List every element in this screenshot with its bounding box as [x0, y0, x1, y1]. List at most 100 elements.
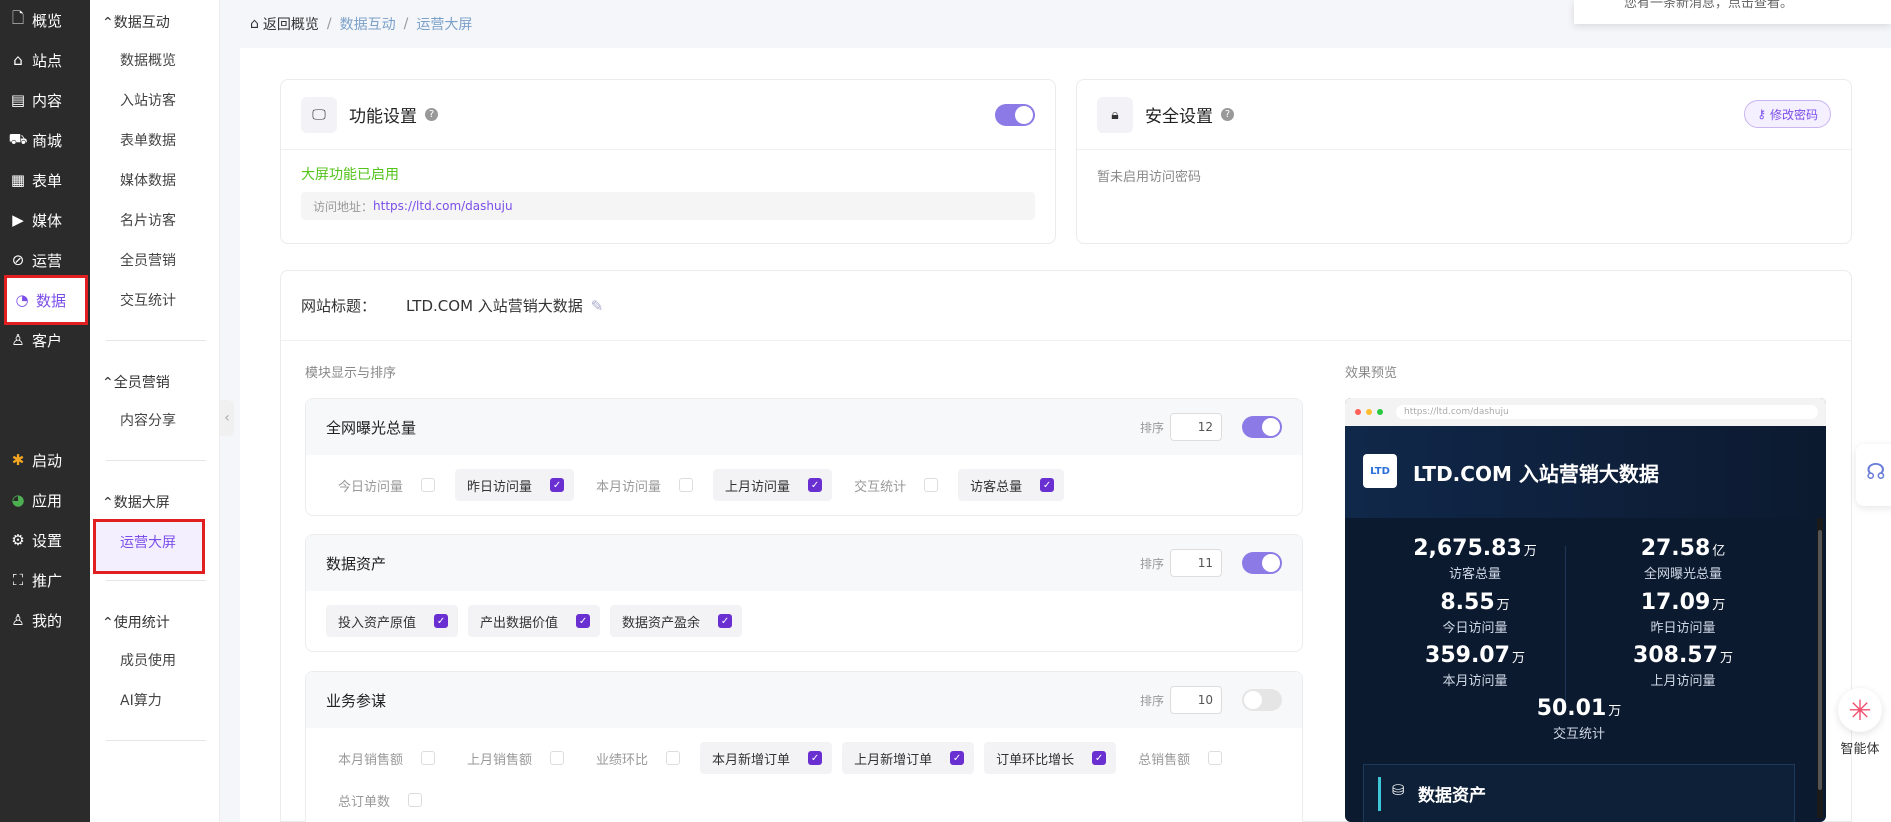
checkbox[interactable]	[408, 793, 423, 807]
subnav-item[interactable]: 交互统计	[120, 290, 176, 310]
nav-label: 媒体	[32, 211, 63, 230]
change-password-button[interactable]: ⚷ 修改密码	[1744, 100, 1831, 128]
module-header: 业务参谋 排序 10	[306, 672, 1302, 728]
preview-scrollbar[interactable]	[1817, 518, 1823, 818]
subnav-item[interactable]: 名片访客	[120, 210, 176, 230]
gear-icon: ⚙	[11, 531, 25, 549]
nav-item-shop[interactable]: ⛟ 商城	[0, 122, 90, 158]
nav-item-site[interactable]: ⌂ 站点	[0, 42, 90, 78]
option-chip[interactable]: 产出数据价值 ✓	[468, 605, 601, 637]
subnav-item[interactable]: 内容分享	[120, 410, 176, 430]
module-options: 投入资产原值 ✓ 产出数据价值 ✓ 数据资产盈余 ✓	[326, 605, 1286, 637]
checkbox[interactable]: ✓	[808, 751, 823, 765]
breadcrumb-separator: /	[326, 16, 332, 32]
checkbox[interactable]	[550, 751, 565, 765]
module-toggle[interactable]	[1242, 552, 1282, 574]
checkbox[interactable]	[924, 478, 939, 492]
option-chip[interactable]: 业绩环比	[584, 742, 691, 774]
option-chip[interactable]: 昨日访问量 ✓	[455, 469, 575, 501]
nav-item-data[interactable]: ◔ 数据	[4, 275, 88, 325]
checkbox[interactable]: ✓	[1040, 478, 1055, 492]
nav-item-launch[interactable]: ✱ 启动	[0, 442, 90, 478]
checkbox[interactable]	[666, 751, 681, 765]
option-chip[interactable]: 访客总量 ✓	[958, 469, 1065, 501]
nav-item-apps[interactable]: ◕ 应用	[0, 482, 90, 518]
option-chip[interactable]: 今日访问量	[326, 469, 446, 501]
help-icon[interactable]: ?	[425, 108, 438, 121]
home-icon: ⌂	[13, 51, 23, 69]
checkbox[interactable]: ✓	[950, 751, 965, 765]
subnav-item[interactable]: 媒体数据	[120, 170, 176, 190]
subnav-group-big-screen[interactable]: ⌃数据大屏	[102, 492, 170, 512]
nav-item-form[interactable]: ▦ 表单	[0, 162, 90, 198]
notification-toast[interactable]: 您有一条新消息，点击查看。	[1574, 0, 1891, 24]
subnav-item-ops-screen[interactable]: 运营大屏	[93, 519, 205, 574]
paperclip-icon: ⊘	[11, 251, 25, 269]
subnav-item[interactable]: 成员使用	[120, 650, 176, 670]
url-label: 访问地址：	[313, 199, 374, 214]
screen-enable-toggle[interactable]	[995, 104, 1035, 126]
option-chip[interactable]: 投入资产原值 ✓	[326, 605, 459, 637]
option-chip[interactable]: 订单环比增长 ✓	[984, 742, 1117, 774]
breadcrumb-home[interactable]: ⌂ 返回概览	[250, 14, 319, 34]
sort-input[interactable]: 12	[1170, 413, 1222, 441]
subnav-group-usage[interactable]: ⌃使用统计	[102, 612, 170, 632]
option-chip[interactable]: 本月新增订单 ✓	[700, 742, 833, 774]
checkbox[interactable]	[679, 478, 694, 492]
sub-nav: ⌃数据互动 数据概览 入站访客 表单数据 媒体数据 名片访客 全员营销 交互统计…	[90, 0, 220, 822]
checkbox[interactable]: ✓	[808, 478, 823, 492]
option-chip[interactable]: 交互统计	[842, 469, 949, 501]
option-chip[interactable]: 上月新增订单 ✓	[842, 742, 975, 774]
sort-input[interactable]: 10	[1170, 686, 1222, 714]
checkbox[interactable]: ✓	[576, 614, 591, 628]
checkbox[interactable]	[421, 751, 436, 765]
checkbox[interactable]: ✓	[550, 478, 565, 492]
nav-label: 运营	[32, 251, 63, 270]
nav-item-mine[interactable]: ♙ 我的	[0, 602, 90, 638]
option-chip[interactable]: 总销售额	[1126, 742, 1233, 774]
nav-item-settings[interactable]: ⚙ 设置	[0, 522, 90, 558]
customer-service-tab[interactable]: ☊	[1856, 444, 1891, 506]
checkbox[interactable]	[421, 478, 436, 492]
agent-label: 智能体	[1840, 742, 1880, 757]
module-toggle[interactable]	[1242, 689, 1282, 711]
breadcrumb-item[interactable]: 数据互动	[340, 14, 396, 34]
checkbox[interactable]: ✓	[1092, 751, 1107, 765]
option-chip[interactable]: 本月访问量	[584, 469, 704, 501]
subnav-item[interactable]: AI算力	[120, 690, 162, 710]
nav-item-operation[interactable]: ⊘ 运营	[0, 242, 90, 278]
checkbox[interactable]: ✓	[718, 614, 733, 628]
divider	[106, 580, 206, 581]
subnav-group-marketing[interactable]: ⌃全员营销	[102, 372, 170, 392]
agent-button[interactable]: ✳ 智能体	[1838, 688, 1882, 757]
nav-item-media[interactable]: ▶ 媒体	[0, 202, 90, 238]
nav-item-promote[interactable]: ⛶ 推广	[0, 562, 90, 598]
help-icon[interactable]: ?	[1221, 108, 1234, 121]
module-toggle[interactable]	[1242, 416, 1282, 438]
screen-preview: https://ltd.com/dashuju LTD LTD.COM 入站营销…	[1345, 398, 1826, 822]
option-chip[interactable]: 上月访问量 ✓	[713, 469, 833, 501]
nav-item-content[interactable]: ▤ 内容	[0, 82, 90, 118]
minimize-dot	[1366, 409, 1372, 415]
option-chip[interactable]: 上月销售额	[455, 742, 575, 774]
checkbox[interactable]	[1208, 751, 1223, 765]
subnav-group-data-interaction[interactable]: ⌃数据互动	[102, 12, 170, 32]
sort-input[interactable]: 11	[1170, 549, 1222, 577]
module-header: 全网曝光总量 排序 12	[306, 399, 1302, 455]
subnav-item[interactable]: 入站访客	[120, 90, 176, 110]
edit-icon[interactable]: ✎	[591, 297, 604, 315]
option-chip[interactable]: 总订单数	[326, 784, 433, 816]
nav-label: 应用	[32, 491, 63, 510]
module-title: 业务参谋	[326, 691, 387, 710]
option-chip[interactable]: 数据资产盈余 ✓	[610, 605, 743, 637]
subnav-item[interactable]: 数据概览	[120, 50, 176, 70]
nav-item-overview[interactable]: 🗋 概览	[0, 2, 90, 38]
subnav-item[interactable]: 表单数据	[120, 130, 176, 150]
subnav-item[interactable]: 全员营销	[120, 250, 176, 270]
access-url-link[interactable]: https://ltd.com/dashuju	[373, 199, 513, 213]
breadcrumb: ⌂ 返回概览 / 数据互动 / 运营大屏	[250, 14, 472, 34]
checkbox[interactable]: ✓	[434, 614, 449, 628]
option-chip[interactable]: 本月销售额	[326, 742, 446, 774]
nav-item-customer[interactable]: ♙ 客户	[0, 322, 90, 358]
collapse-sidebar-icon[interactable]: ‹	[220, 400, 234, 436]
